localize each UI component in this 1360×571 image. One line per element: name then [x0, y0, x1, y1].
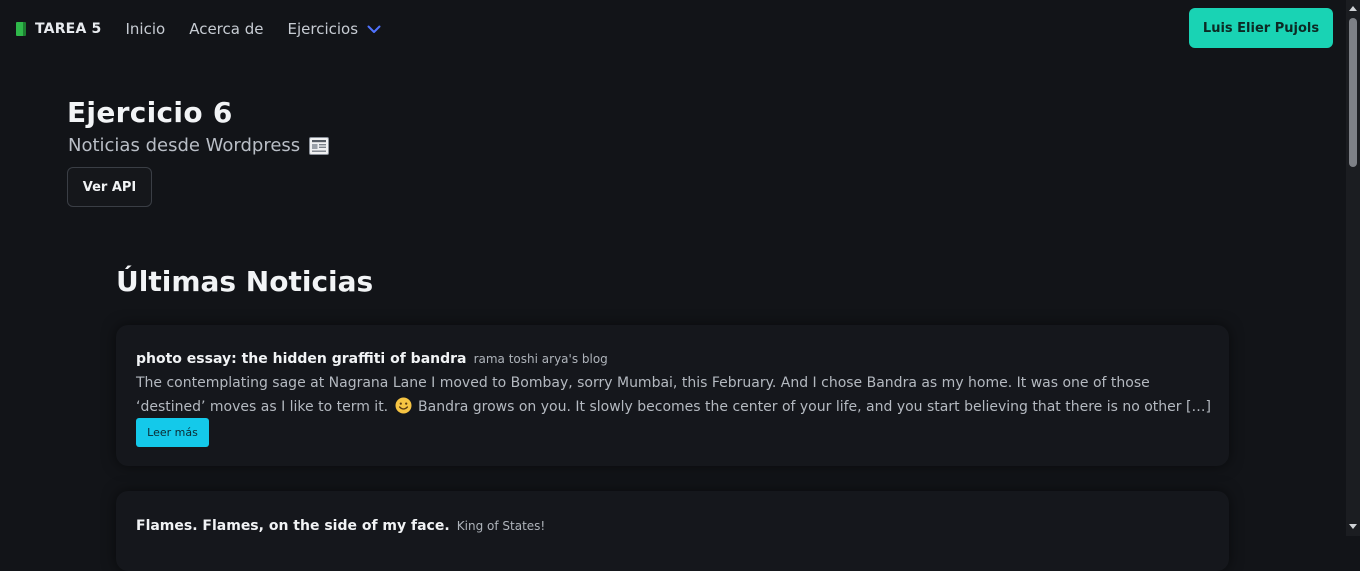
news-section-title: Últimas Noticias — [116, 265, 374, 298]
page-title: Ejercicio 6 — [67, 96, 233, 129]
news-card: Flames. Flames, on the side of my face. … — [116, 491, 1229, 571]
page-scrollbar[interactable] — [1346, 0, 1360, 536]
page-subtitle: Noticias desde Wordpress — [68, 135, 330, 156]
smiley-icon — [395, 397, 412, 414]
news-card-header: Flames. Flames, on the side of my face. … — [136, 515, 545, 534]
nav-dropdown-ejercicios[interactable]: Ejercicios — [287, 20, 381, 38]
news-card-title: Flames. Flames, on the side of my face. — [136, 518, 450, 534]
book-icon — [16, 21, 26, 36]
brand-title[interactable]: TAREA 5 — [35, 21, 102, 37]
scroll-up-arrow-icon[interactable] — [1349, 6, 1357, 11]
top-navbar: TAREA 5 Inicio Acerca de Ejercicios — [0, 0, 1346, 57]
news-card-source: King of States! — [456, 519, 546, 533]
news-card: photo essay: the hidden graffiti of band… — [116, 325, 1229, 466]
nav-link-acerca[interactable]: Acerca de — [189, 20, 263, 38]
brand[interactable]: TAREA 5 — [16, 21, 102, 37]
scroll-down-arrow-icon[interactable] — [1349, 524, 1357, 529]
news-card-header: photo essay: the hidden graffiti of band… — [136, 348, 608, 367]
newspaper-icon — [309, 136, 330, 155]
user-profile-button[interactable]: Luis Elier Pujols — [1189, 8, 1333, 48]
news-card-title: photo essay: the hidden graffiti of band… — [136, 351, 467, 367]
news-card-source: rama toshi arya's blog — [473, 352, 608, 366]
scroll-thumb[interactable] — [1349, 18, 1357, 167]
excerpt-part-2: Bandra grows on you. It slowly becomes t… — [418, 399, 1211, 415]
news-card-excerpt: The contemplating sage at Nagrana Lane I… — [136, 371, 1211, 419]
page-subtitle-text: Noticias desde Wordpress — [68, 135, 301, 156]
nav-dropdown-label[interactable]: Ejercicios — [287, 20, 358, 38]
read-more-button[interactable]: Leer más — [136, 418, 209, 447]
nav-link-inicio[interactable]: Inicio — [126, 20, 166, 38]
view-api-button[interactable]: Ver API — [67, 167, 152, 207]
chevron-down-icon[interactable] — [367, 25, 381, 34]
